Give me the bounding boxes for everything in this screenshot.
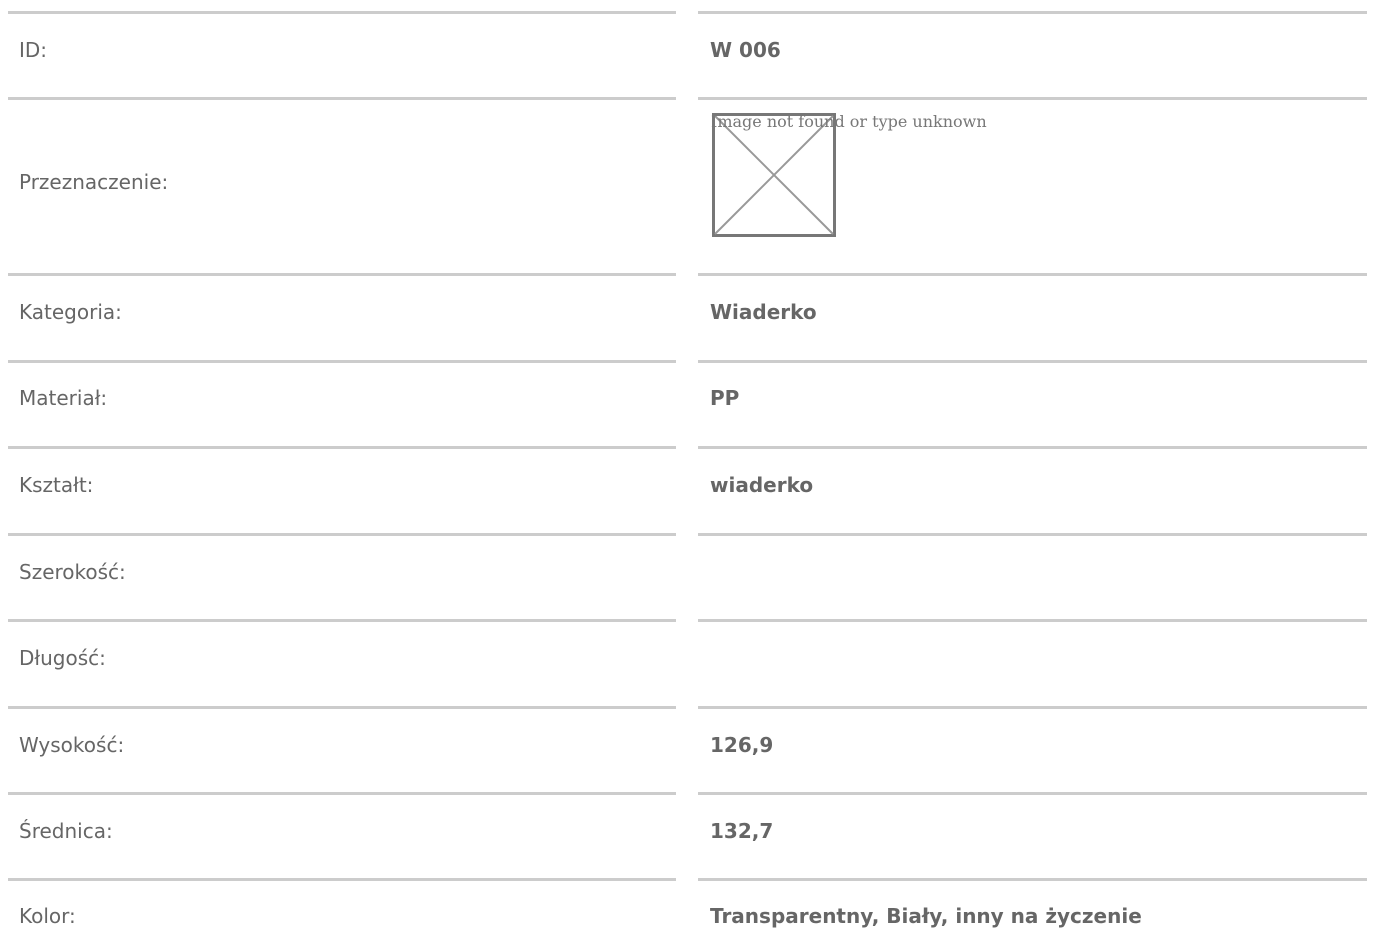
spec-value-cell: Image not found or type unknown — [698, 97, 1367, 273]
spec-label-cell: Średnica: — [8, 792, 676, 878]
spec-label-cell: Wysokość: — [8, 706, 676, 792]
spec-value: Transparentny, Biały, inny na życzenie — [710, 904, 1142, 928]
spec-value-cell: W 006 — [698, 11, 1367, 97]
spec-label-cell: Długość: — [8, 619, 676, 706]
spec-value: W 006 — [710, 38, 781, 62]
spec-label: Kolor: — [19, 904, 76, 928]
spec-label-cell: ID: — [8, 11, 676, 97]
spec-label: Szerokość: — [19, 560, 126, 584]
spec-label-cell: Kolor: — [8, 878, 676, 928]
spec-value-cell — [698, 619, 1367, 706]
spec-label: Wysokość: — [19, 733, 125, 757]
spec-label: Długość: — [19, 646, 106, 670]
spec-label-cell: Kształt: — [8, 446, 676, 533]
spec-value-cell: 132,7 — [698, 792, 1367, 878]
spec-row-kategoria: Kategoria: Wiaderko — [0, 273, 1373, 360]
spec-label-cell: Materiał: — [8, 360, 676, 446]
spec-row-przeznaczenie: Przeznaczenie: Image not found or type u… — [0, 97, 1373, 273]
spec-row-dlugosc: Długość: — [0, 619, 1373, 706]
spec-label-cell: Kategoria: — [8, 273, 676, 360]
spec-label: Materiał: — [19, 386, 108, 410]
spec-value-cell: Transparentny, Biały, inny na życzenie — [698, 878, 1367, 928]
image-alt-text: Image not found or type unknown — [711, 112, 987, 131]
spec-label: Kategoria: — [19, 300, 122, 324]
spec-value: wiaderko — [710, 473, 814, 497]
spec-value: Wiaderko — [710, 300, 817, 324]
spec-label-cell: Przeznaczenie: — [8, 97, 676, 273]
spec-row-kolor: Kolor: Transparentny, Biały, inny na życ… — [0, 878, 1373, 928]
spec-row-material: Materiał: PP — [0, 360, 1373, 446]
spec-value-cell — [698, 533, 1367, 619]
spec-row-srednica: Średnica: 132,7 — [0, 792, 1373, 878]
spec-row-ksztalt: Kształt: wiaderko — [0, 446, 1373, 533]
spec-row-szerokosc: Szerokość: — [0, 533, 1373, 619]
spec-label: ID: — [19, 38, 48, 62]
spec-label: Średnica: — [19, 819, 113, 843]
spec-value-cell: wiaderko — [698, 446, 1367, 533]
spec-value-cell: 126,9 — [698, 706, 1367, 792]
spec-label-cell: Szerokość: — [8, 533, 676, 619]
spec-row-id: ID: W 006 — [0, 11, 1373, 97]
spec-label: Przeznaczenie: — [19, 170, 169, 194]
broken-image-icon: Image not found or type unknown — [711, 112, 987, 237]
spec-value: PP — [710, 386, 740, 410]
spec-value-cell: Wiaderko — [698, 273, 1367, 360]
spec-label: Kształt: — [19, 473, 94, 497]
spec-value: 126,9 — [710, 733, 774, 757]
spec-row-wysokosc: Wysokość: 126,9 — [0, 706, 1373, 792]
spec-value: 132,7 — [710, 819, 774, 843]
spec-value-cell: PP — [698, 360, 1367, 446]
